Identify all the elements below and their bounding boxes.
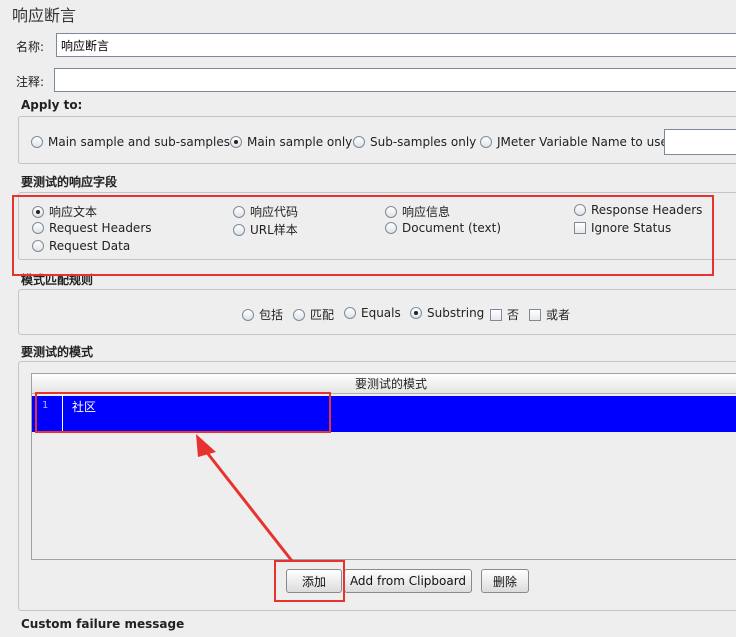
annotation-arrow (196, 434, 294, 562)
arrow-head-icon (196, 434, 216, 457)
arrow-line-icon (203, 449, 294, 562)
